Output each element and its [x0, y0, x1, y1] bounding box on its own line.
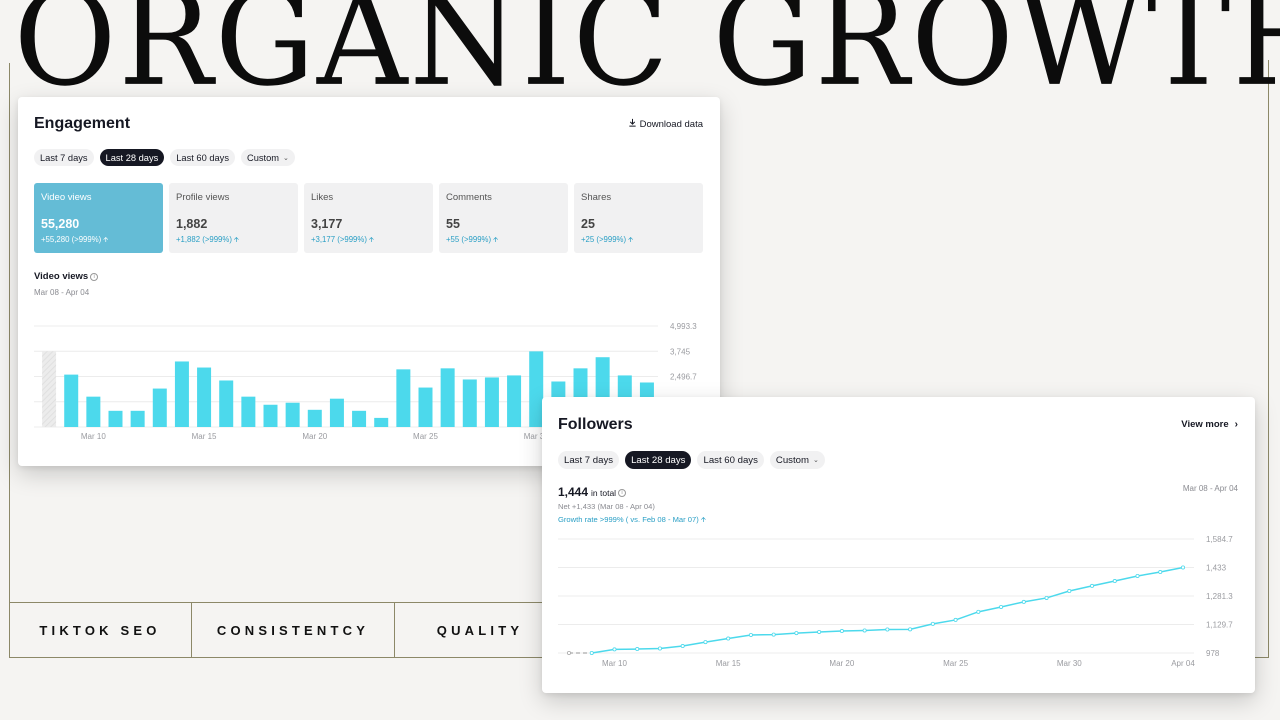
bar [174, 361, 189, 427]
x-tick-label: Mar 20 [829, 659, 854, 668]
data-point [589, 650, 594, 655]
y-tick-label: 1,433 [1206, 564, 1227, 573]
data-point [657, 646, 662, 651]
bar [396, 369, 411, 427]
data-point [953, 617, 958, 622]
x-tick-label: Mar 30 [1057, 659, 1082, 668]
bar [64, 374, 79, 427]
bar [152, 388, 167, 427]
data-point [839, 629, 844, 634]
data-point [908, 627, 913, 632]
bar [86, 396, 101, 427]
x-tick-label: Mar 10 [602, 659, 627, 668]
x-tick-label: Mar 10 [81, 432, 106, 441]
followers-line-chart: 1,584.7 1,433 1,281.3 1,129.7 978 Mar 10 Mar 1… [558, 535, 1233, 668]
data-point [1090, 583, 1095, 588]
keyword-strip: TIKTOK SEO CONSISTENTCY QUALITY [9, 603, 565, 657]
y-tick-label: 978 [1206, 649, 1220, 658]
bar [440, 368, 455, 427]
bar [130, 410, 145, 427]
data-point [999, 604, 1004, 609]
data-point [1112, 579, 1117, 584]
hero-title-text: ORGANIC GROWTH [13, 0, 1280, 116]
data-point [771, 632, 776, 637]
bar [241, 396, 256, 427]
data-point [930, 621, 935, 626]
x-tick-label: Mar 20 [302, 432, 327, 441]
data-point [1181, 565, 1186, 570]
bar [507, 375, 522, 427]
bar [484, 377, 499, 427]
data-point [794, 631, 799, 636]
bar [329, 398, 344, 427]
bar [418, 387, 433, 427]
followers-card: Followers View more › Last 7 days Last 2… [542, 397, 1255, 693]
bar [108, 410, 123, 427]
data-point [1135, 573, 1140, 578]
keyword-tiktok-seo: TIKTOK SEO [9, 603, 192, 657]
data-point [817, 629, 822, 634]
y-tick-label: 1,584.7 [1206, 535, 1233, 544]
bar [462, 379, 477, 427]
x-tick-label: Apr 04 [1171, 659, 1195, 668]
bar [197, 367, 212, 427]
data-point [748, 632, 753, 637]
bar [219, 380, 234, 427]
bar [374, 417, 389, 427]
data-point [635, 647, 640, 652]
data-point [612, 647, 617, 652]
y-tick-label: 4,993.3 [670, 322, 697, 331]
data-point [680, 644, 685, 649]
keyword-quality: QUALITY [436, 622, 524, 638]
y-tick-label: 1,281.3 [1206, 592, 1233, 601]
bar [285, 402, 300, 427]
data-point [1067, 588, 1072, 593]
keyword-consistency: CONSISTENTCY [192, 603, 395, 657]
data-point [1158, 570, 1163, 575]
data-point [726, 636, 731, 641]
bar [352, 410, 367, 427]
data-point [1021, 599, 1026, 604]
data-point [862, 628, 867, 633]
bar [307, 409, 322, 427]
y-tick-label: 3,745 [670, 347, 691, 356]
x-tick-label: Mar 25 [413, 432, 438, 441]
no-data-bar [42, 351, 57, 427]
bar [263, 404, 278, 427]
y-tick-label: 1,129.7 [1206, 621, 1233, 630]
x-tick-label: Mar 15 [192, 432, 217, 441]
x-tick-label: Mar 25 [943, 659, 968, 668]
data-point [566, 650, 571, 655]
data-point [1044, 595, 1049, 600]
x-tick-label: Mar 15 [716, 659, 741, 668]
followers-line [591, 566, 1184, 654]
data-point [885, 627, 890, 632]
data-point [703, 640, 708, 645]
frame-line-left [9, 63, 10, 658]
data-point [976, 609, 981, 614]
y-tick-label: 2,496.7 [670, 373, 697, 382]
hero-title: ORGANIC GROWTH [0, 0, 1280, 111]
frame-line-right [1268, 60, 1269, 658]
